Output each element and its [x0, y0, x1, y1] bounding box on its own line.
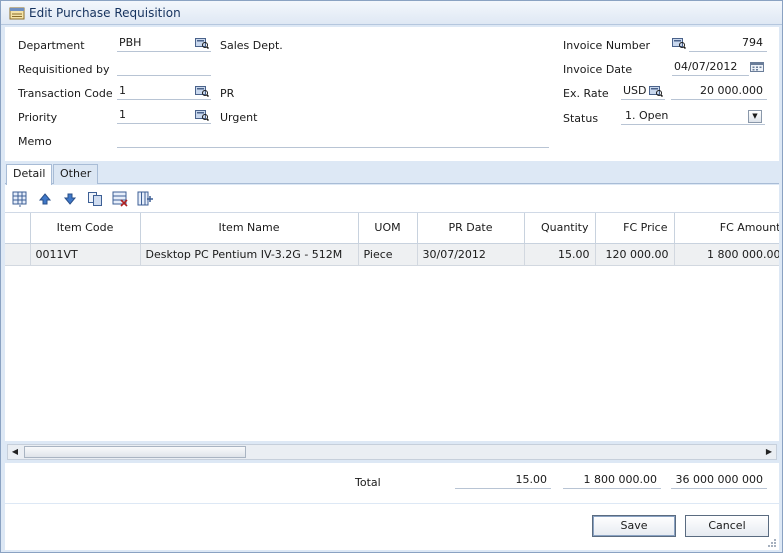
- column-header-item-name[interactable]: Item Name: [140, 213, 359, 244]
- column-header-uom[interactable]: UOM: [358, 213, 418, 244]
- scroll-left-icon[interactable]: ◀: [8, 445, 22, 459]
- cell-fc-amount[interactable]: 1 800 000.00: [674, 243, 779, 266]
- requisitioned-by-label: Requisitioned by: [18, 63, 110, 76]
- ex-rate-field[interactable]: 20 000.000: [671, 84, 767, 100]
- department-name: Sales Dept.: [220, 39, 283, 52]
- priority-name: Urgent: [220, 111, 258, 124]
- resize-grip-icon[interactable]: [767, 538, 777, 548]
- title-bar: Edit Purchase Requisition: [1, 1, 782, 25]
- cell-pr-date[interactable]: 30/07/2012: [417, 243, 525, 266]
- memo-label: Memo: [18, 135, 52, 148]
- tab-other[interactable]: Other: [53, 164, 99, 184]
- column-header-fc-price[interactable]: FC Price: [595, 213, 675, 244]
- department-lookup-icon[interactable]: [195, 37, 209, 49]
- column-header-item-code[interactable]: Item Code: [30, 213, 141, 244]
- dialog-footer: Save Cancel: [5, 504, 779, 550]
- calendar-icon[interactable]: [750, 62, 764, 72]
- total-label: Total: [355, 476, 381, 489]
- delete-row-icon[interactable]: [112, 191, 128, 207]
- cell-item-name[interactable]: Desktop PC Pentium IV-3.2G - 512M: [140, 243, 359, 266]
- cell-uom[interactable]: Piece: [358, 243, 418, 266]
- transaction-code-name: PR: [220, 87, 235, 100]
- total-fc-amount: 1 800 000.00: [563, 473, 661, 489]
- table-row[interactable]: 0011VT Desktop PC Pentium IV-3.2G - 512M…: [5, 243, 779, 266]
- invoice-date-field[interactable]: 04/07/2012: [672, 60, 749, 76]
- purchase-requisition-window: Edit Purchase Requisition Department PBH…: [0, 0, 783, 553]
- column-header-quantity[interactable]: Quantity: [524, 213, 596, 244]
- scroll-right-icon[interactable]: ▶: [762, 445, 776, 459]
- ex-rate-label: Ex. Rate: [563, 87, 609, 100]
- row-selector[interactable]: [5, 243, 31, 266]
- total-quantity: 15.00: [455, 473, 551, 489]
- cell-item-code[interactable]: 0011VT: [30, 243, 141, 266]
- transaction-code-lookup-icon[interactable]: [195, 85, 209, 97]
- cancel-button[interactable]: Cancel: [685, 515, 769, 537]
- priority-lookup-icon[interactable]: [195, 109, 209, 121]
- window-icon: [9, 7, 25, 20]
- transaction-code-label: Transaction Code: [18, 87, 113, 100]
- department-label: Department: [18, 39, 85, 52]
- requisitioned-by-field[interactable]: [117, 60, 211, 76]
- memo-field[interactable]: [117, 132, 549, 148]
- detail-grid: Item Code Item Name UOM PR Date Quantity…: [5, 213, 779, 441]
- horizontal-scrollbar[interactable]: ◀ ▶: [7, 444, 777, 460]
- currency-lookup-icon[interactable]: [649, 85, 663, 97]
- grid-header-row: Item Code Item Name UOM PR Date Quantity…: [5, 213, 779, 244]
- tab-bar: Detail Other: [5, 163, 779, 185]
- invoice-number-label: Invoice Number: [563, 39, 651, 52]
- chevron-down-icon[interactable]: ▼: [748, 110, 762, 123]
- column-header-fc-amount[interactable]: FC Amount: [674, 213, 779, 244]
- columns-icon[interactable]: [137, 191, 153, 207]
- detail-table: Item Code Item Name UOM PR Date Quantity…: [5, 213, 779, 266]
- cell-fc-price[interactable]: 120 000.00: [595, 243, 675, 266]
- save-button[interactable]: Save: [592, 515, 676, 537]
- invoice-number-field[interactable]: 794: [689, 36, 767, 52]
- move-down-icon[interactable]: [62, 191, 78, 207]
- totals-bar: Total 15.00 1 800 000.00 36 000 000 000: [5, 463, 779, 503]
- add-row-icon[interactable]: [12, 191, 28, 207]
- priority-label: Priority: [18, 111, 58, 124]
- status-label: Status: [563, 112, 599, 125]
- column-header-pr-date[interactable]: PR Date: [417, 213, 525, 244]
- invoice-date-label: Invoice Date: [563, 63, 633, 76]
- tab-detail[interactable]: Detail: [6, 164, 53, 185]
- invoice-number-lookup-icon[interactable]: [672, 37, 686, 49]
- scrollbar-thumb[interactable]: [24, 446, 246, 458]
- row-selector-header: [5, 213, 31, 244]
- cell-quantity[interactable]: 15.00: [524, 243, 596, 266]
- window-title: Edit Purchase Requisition: [29, 6, 181, 20]
- copy-icon[interactable]: [87, 191, 103, 207]
- status-select[interactable]: 1. Open: [621, 109, 765, 125]
- move-up-icon[interactable]: [37, 191, 53, 207]
- total-amount: 36 000 000 000: [671, 473, 767, 489]
- requisition-header-form: Department PBH Sales Dept. Requisitioned…: [5, 27, 779, 161]
- grid-toolbar: [5, 185, 779, 213]
